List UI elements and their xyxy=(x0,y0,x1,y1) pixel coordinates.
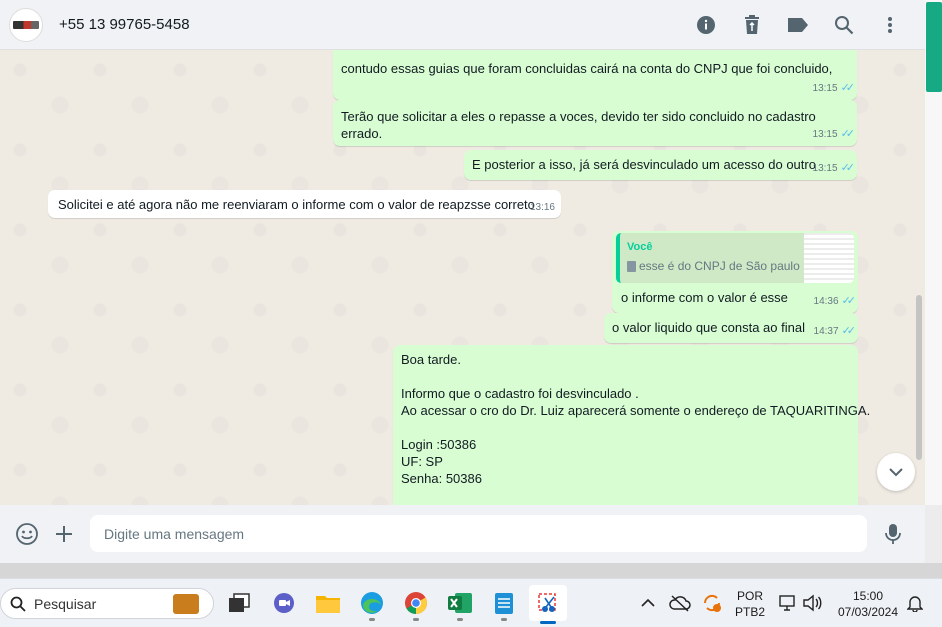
message-bubble-outgoing[interactable]: Você esse é do CNPJ de São paulo o infor… xyxy=(612,231,858,313)
message-text: o informe com o valor é esse xyxy=(621,290,788,305)
label-icon[interactable] xyxy=(785,12,811,38)
search-icon xyxy=(10,596,26,612)
message-line: Ao acessar o cro do Dr. Luiz aparecerá s… xyxy=(401,403,871,418)
notification-bell-icon[interactable] xyxy=(900,588,930,618)
message-time: 13:16 xyxy=(529,202,555,213)
message-line: Senha: 50386 xyxy=(401,471,482,486)
briefcase-icon xyxy=(173,594,199,614)
system-clock[interactable]: 15:00 07/03/2024 xyxy=(832,588,904,620)
document-icon xyxy=(627,261,636,272)
taskbar-search-label: Pesquisar xyxy=(34,595,97,612)
update-sync-icon[interactable] xyxy=(697,588,727,618)
trash-icon[interactable] xyxy=(739,12,765,38)
message-bubble-outgoing[interactable]: Boa tarde. Informo que o cadastro foi de… xyxy=(393,345,871,505)
message-meta: 13:15 xyxy=(813,160,851,177)
header-actions xyxy=(693,0,903,50)
contact-name[interactable]: +55 13 99765-5458 xyxy=(59,16,190,33)
message-time: 13:15 xyxy=(812,129,838,140)
running-indicator xyxy=(501,618,507,621)
message-bubble-outgoing[interactable]: E posterior a isso, já será desvinculado… xyxy=(464,150,857,180)
volume-icon[interactable] xyxy=(797,588,827,618)
message-line xyxy=(401,419,850,436)
info-icon[interactable] xyxy=(693,12,719,38)
edge-browser-icon[interactable] xyxy=(357,588,387,621)
message-meta: 14:37 xyxy=(814,323,852,340)
clock-date: 07/03/2024 xyxy=(837,605,899,619)
cloud-sync-off-icon[interactable] xyxy=(665,588,695,618)
message-bubble-incoming[interactable]: Solicitei e até agora não me reenviaram … xyxy=(48,190,561,218)
windows-taskbar: Pesquisar POR PTB2 15:00 07/03/2024 xyxy=(0,578,942,627)
microphone-icon[interactable] xyxy=(878,519,908,549)
read-ticks-icon xyxy=(841,160,851,177)
chat-header: +55 13 99765-5458 xyxy=(0,0,925,50)
emoji-icon[interactable] xyxy=(12,519,42,549)
attach-plus-icon[interactable] xyxy=(49,519,79,549)
window-bottom-border xyxy=(0,563,942,578)
message-meta: 14:36 xyxy=(814,293,852,310)
read-ticks-icon xyxy=(842,323,852,340)
window-accent xyxy=(926,2,942,92)
running-indicator xyxy=(413,618,419,621)
chevron-up-icon[interactable] xyxy=(633,588,663,618)
message-line: Boa tarde. xyxy=(401,352,461,367)
message-text: Terão que solicitar a eles o repasse a v… xyxy=(341,109,816,141)
message-meta: 13:16 xyxy=(530,199,555,216)
quote-text-row: esse é do CNPJ de São paulo xyxy=(627,258,800,275)
message-bubble-outgoing[interactable]: Terão que solicitar a eles o repasse a v… xyxy=(333,100,857,146)
message-text: contudo essas guias que foram concluidas… xyxy=(341,61,833,76)
running-indicator xyxy=(457,618,463,621)
language-indicator[interactable]: POR PTB2 xyxy=(733,588,767,620)
window-edge-lower xyxy=(925,505,942,563)
message-time: 14:37 xyxy=(813,326,839,337)
task-view-icon[interactable] xyxy=(224,588,254,618)
window-edge xyxy=(925,0,942,505)
excel-icon[interactable] xyxy=(445,588,475,621)
message-line: Login :50386 xyxy=(401,437,477,452)
message-line xyxy=(401,368,850,385)
read-ticks-icon xyxy=(841,80,851,97)
file-explorer-icon[interactable] xyxy=(313,588,343,618)
message-time: 14:36 xyxy=(813,296,839,307)
quote-author: Você xyxy=(627,241,653,253)
message-input[interactable] xyxy=(90,515,867,552)
message-meta: 13:15 xyxy=(813,80,851,97)
snipping-tool-icon[interactable] xyxy=(529,585,567,624)
message-text: Solicitei e até agora não me reenviaram … xyxy=(58,197,535,212)
message-line: UF: SP xyxy=(401,454,443,469)
keyboard-layout: PTB2 xyxy=(734,605,765,619)
quoted-message[interactable]: Você esse é do CNPJ de São paulo xyxy=(616,233,854,283)
notepad-icon[interactable] xyxy=(489,588,519,621)
document-thumbnail[interactable] xyxy=(804,233,854,283)
chat-scrollbar[interactable] xyxy=(915,50,923,505)
message-text: o valor liquido que consta ao final xyxy=(612,320,805,335)
language-code: POR xyxy=(736,589,763,603)
more-vert-icon[interactable] xyxy=(877,12,903,38)
read-ticks-icon xyxy=(841,126,851,143)
message-composer xyxy=(0,505,925,563)
message-bubble-outgoing[interactable]: o valor liquido que consta ao final 14:3… xyxy=(604,313,858,343)
message-meta: 13:15 xyxy=(813,126,851,143)
contact-avatar[interactable] xyxy=(9,7,43,42)
message-bubble-outgoing[interactable]: contudo essas guias que foram concluidas… xyxy=(333,50,857,100)
conversation-panel[interactable]: contudo essas guias que foram concluidas… xyxy=(0,50,925,505)
scroll-thumb[interactable] xyxy=(916,295,922,460)
logo-image xyxy=(13,20,39,29)
running-indicator xyxy=(369,618,375,621)
message-text: E posterior a isso, já será desvinculado… xyxy=(472,157,816,172)
scroll-to-bottom-button[interactable] xyxy=(877,453,915,491)
read-ticks-icon xyxy=(842,293,852,310)
teams-chat-icon[interactable] xyxy=(269,588,299,618)
chevron-down-icon xyxy=(889,468,903,477)
search-icon[interactable] xyxy=(831,12,857,38)
chrome-browser-icon[interactable] xyxy=(401,588,431,621)
message-line: Informo que o cadastro foi desvinculado … xyxy=(401,386,639,401)
message-time: 13:15 xyxy=(812,83,838,94)
message-time: 13:15 xyxy=(812,163,838,174)
clock-time: 15:00 xyxy=(852,589,884,603)
taskbar-search-box[interactable]: Pesquisar xyxy=(0,588,214,619)
active-indicator xyxy=(540,621,556,624)
quote-text: esse é do CNPJ de São paulo xyxy=(639,259,800,273)
